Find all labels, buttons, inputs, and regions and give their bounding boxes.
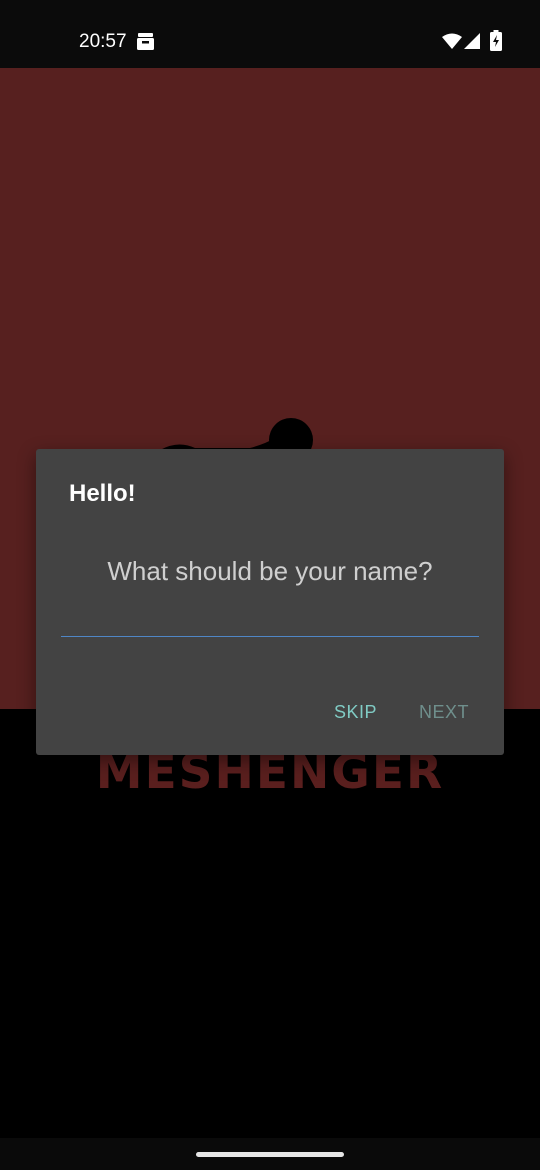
name-dialog: Hello! What should be your name? SKIP NE… [36,449,504,755]
wifi-icon [442,33,462,49]
dialog-title: Hello! [69,480,136,507]
status-bar: 20:57 [0,0,540,68]
dialog-message: What should be your name? [107,556,433,586]
battery-charging-icon [490,30,502,51]
notification-box-icon [137,33,154,50]
next-button[interactable]: NEXT [411,694,477,730]
cell-signal-icon [464,33,480,49]
skip-button[interactable]: SKIP [326,694,385,730]
name-input[interactable] [61,599,479,637]
navigation-bar [0,1138,540,1170]
home-gesture-handle[interactable] [196,1152,344,1157]
status-time: 20:57 [79,31,127,52]
app-screen: 20:57 MESHENGER Hello! What should be yo… [0,0,540,1170]
